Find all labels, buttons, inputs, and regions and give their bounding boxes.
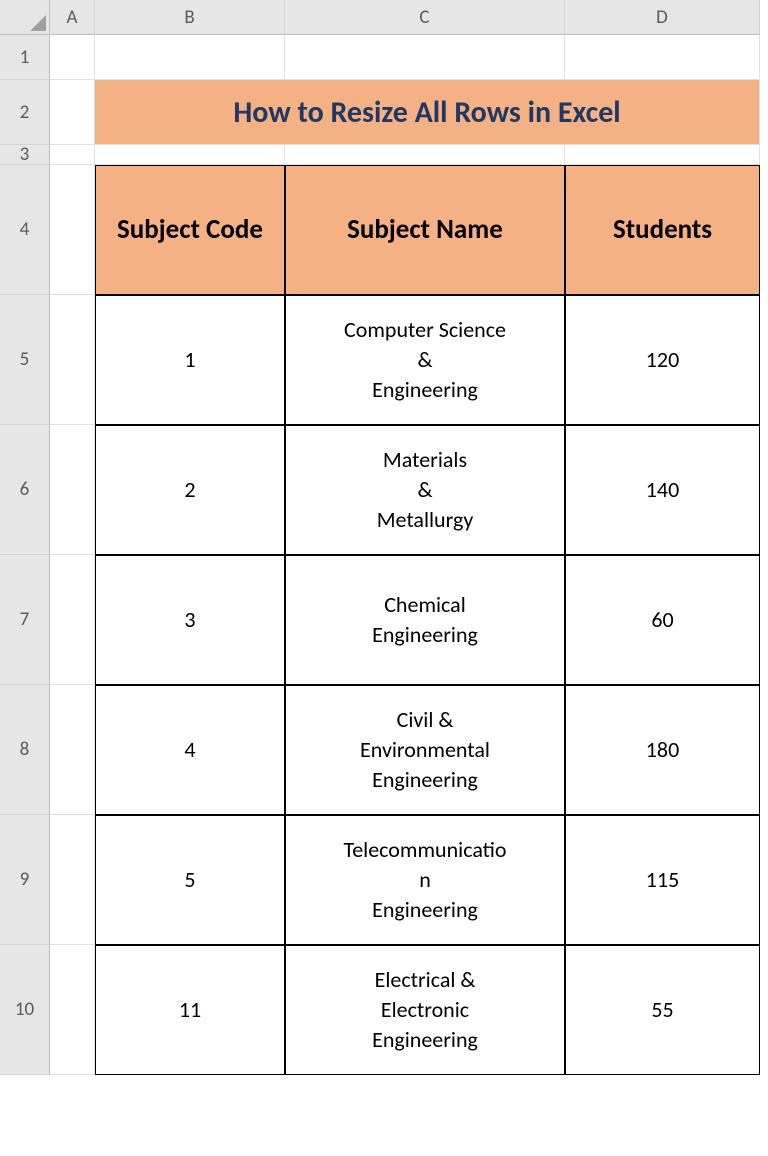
row-header-1[interactable]: 1 <box>0 35 50 80</box>
cell-a6[interactable] <box>50 425 95 555</box>
table-header-students[interactable]: Students <box>565 165 760 295</box>
column-header-b[interactable]: B <box>95 0 285 35</box>
row-header-5[interactable]: 5 <box>0 295 50 425</box>
cell-a4[interactable] <box>50 165 95 295</box>
table-cell-code[interactable]: 1 <box>95 295 285 425</box>
cell-a8[interactable] <box>50 685 95 815</box>
table-cell-name[interactable]: Chemical Engineering <box>285 555 565 685</box>
select-all-corner[interactable] <box>0 0 50 35</box>
table-cell-code[interactable]: 4 <box>95 685 285 815</box>
cell-a7[interactable] <box>50 555 95 685</box>
row-header-4[interactable]: 4 <box>0 165 50 295</box>
table-cell-name[interactable]: Electrical & Electronic Engineering <box>285 945 565 1075</box>
table-cell-code[interactable]: 11 <box>95 945 285 1075</box>
table-cell-students[interactable]: 60 <box>565 555 760 685</box>
table-cell-students[interactable]: 180 <box>565 685 760 815</box>
table-header-subject-code[interactable]: Subject Code <box>95 165 285 295</box>
page-title[interactable]: How to Resize All Rows in Excel <box>95 80 760 145</box>
table-cell-code[interactable]: 3 <box>95 555 285 685</box>
cell-a1[interactable] <box>50 35 95 80</box>
table-header-subject-name[interactable]: Subject Name <box>285 165 565 295</box>
row-header-2[interactable]: 2 <box>0 80 50 145</box>
table-cell-code[interactable]: 2 <box>95 425 285 555</box>
cell-a2[interactable] <box>50 80 95 145</box>
table-cell-name[interactable]: Materials & Metallurgy <box>285 425 565 555</box>
cell-a5[interactable] <box>50 295 95 425</box>
row-header-3[interactable]: 3 <box>0 145 50 165</box>
row-header-10[interactable]: 10 <box>0 945 50 1075</box>
cell-a3[interactable] <box>50 145 95 165</box>
cell-b3[interactable] <box>95 145 285 165</box>
table-cell-name[interactable]: Telecommunicatio n Engineering <box>285 815 565 945</box>
cell-a10[interactable] <box>50 945 95 1075</box>
table-cell-students[interactable]: 140 <box>565 425 760 555</box>
column-header-a[interactable]: A <box>50 0 95 35</box>
table-cell-students[interactable]: 120 <box>565 295 760 425</box>
table-cell-code[interactable]: 5 <box>95 815 285 945</box>
spreadsheet-grid: A B C D 1 2 3 4 5 6 7 8 9 10 How to Resi… <box>0 0 768 1075</box>
column-header-d[interactable]: D <box>565 0 760 35</box>
row-header-8[interactable]: 8 <box>0 685 50 815</box>
table-cell-name[interactable]: Civil & Environmental Engineering <box>285 685 565 815</box>
row-header-9[interactable]: 9 <box>0 815 50 945</box>
cell-d1[interactable] <box>565 35 760 80</box>
row-header-7[interactable]: 7 <box>0 555 50 685</box>
row-header-6[interactable]: 6 <box>0 425 50 555</box>
table-cell-name[interactable]: Computer Science & Engineering <box>285 295 565 425</box>
column-header-c[interactable]: C <box>285 0 565 35</box>
cell-c1[interactable] <box>285 35 565 80</box>
cell-a9[interactable] <box>50 815 95 945</box>
cell-b1[interactable] <box>95 35 285 80</box>
cell-c3[interactable] <box>285 145 565 165</box>
table-cell-students[interactable]: 115 <box>565 815 760 945</box>
cell-d3[interactable] <box>565 145 760 165</box>
table-cell-students[interactable]: 55 <box>565 945 760 1075</box>
